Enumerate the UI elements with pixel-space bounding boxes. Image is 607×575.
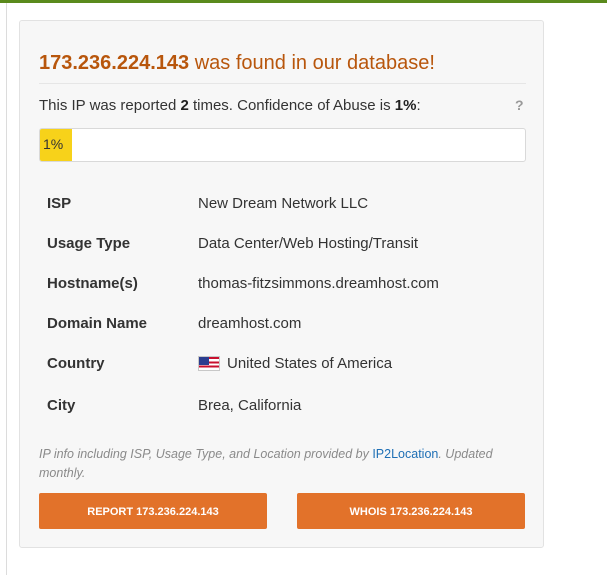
left-divider (6, 3, 7, 575)
report-suffix: : (416, 97, 421, 114)
detail-key: Hostname(s) (47, 275, 138, 292)
detail-key: ISP (47, 195, 72, 212)
report-mid: times. Confidence of Abuse is (188, 97, 395, 114)
detail-key: Usage Type (47, 235, 131, 252)
us-flag-icon (198, 356, 220, 371)
detail-key: Domain Name (47, 315, 148, 332)
detail-row-isp: ISP New Dream Network LLC (47, 195, 517, 219)
detail-row-usage-type: Usage Type Data Center/Web Hosting/Trans… (47, 235, 517, 259)
detail-value-with-flag: United States of America (198, 355, 392, 372)
detail-row-domain-name: Domain Name dreamhost.com (47, 315, 517, 339)
detail-key: City (47, 397, 76, 414)
detail-value: Brea, California (198, 397, 302, 414)
detail-value: United States of America (227, 355, 393, 372)
detail-value: dreamhost.com (198, 315, 302, 332)
detail-row-city: City Brea, California (47, 397, 517, 421)
confidence-value: 1% (394, 97, 417, 114)
whois-ip-button[interactable]: WHOIS 173.236.224.143 (297, 493, 525, 529)
detail-value: thomas-fitzsimmons.dreamhost.com (198, 275, 439, 292)
confidence-progress-bar: 1% (39, 128, 526, 162)
attribution-prefix: IP info including ISP, Usage Type, and L… (39, 447, 373, 461)
detail-value: Data Center/Web Hosting/Transit (198, 235, 419, 252)
headline-ip: 173.236.224.143 (39, 52, 190, 74)
detail-row-hostname: Hostname(s) thomas-fitzsimmons.dreamhost… (47, 275, 517, 299)
confidence-help-icon[interactable]: ? (515, 97, 524, 113)
detail-value: New Dream Network LLC (198, 195, 369, 212)
headline-divider (39, 83, 526, 84)
ip-result-card: 173.236.224.143 was found in our databas… (19, 20, 544, 548)
report-ip-button[interactable]: REPORT 173.236.224.143 (39, 493, 267, 529)
page: 173.236.224.143 was found in our databas… (0, 0, 607, 575)
result-headline: 173.236.224.143 was found in our databas… (39, 52, 435, 75)
attribution-note: IP info including ISP, Usage Type, and L… (39, 445, 529, 483)
report-prefix: This IP was reported (39, 97, 181, 114)
top-accent-bar (0, 0, 607, 3)
report-count: 2 (180, 97, 189, 114)
detail-key: Country (47, 355, 105, 372)
headline-found-text: was found in our database! (189, 52, 435, 74)
confidence-progress-label: 1% (43, 136, 64, 152)
detail-row-country: Country United States of America (47, 355, 517, 379)
report-summary: This IP was reported 2 times. Confidence… (39, 97, 421, 114)
ip2location-link[interactable]: IP2Location (372, 447, 438, 461)
